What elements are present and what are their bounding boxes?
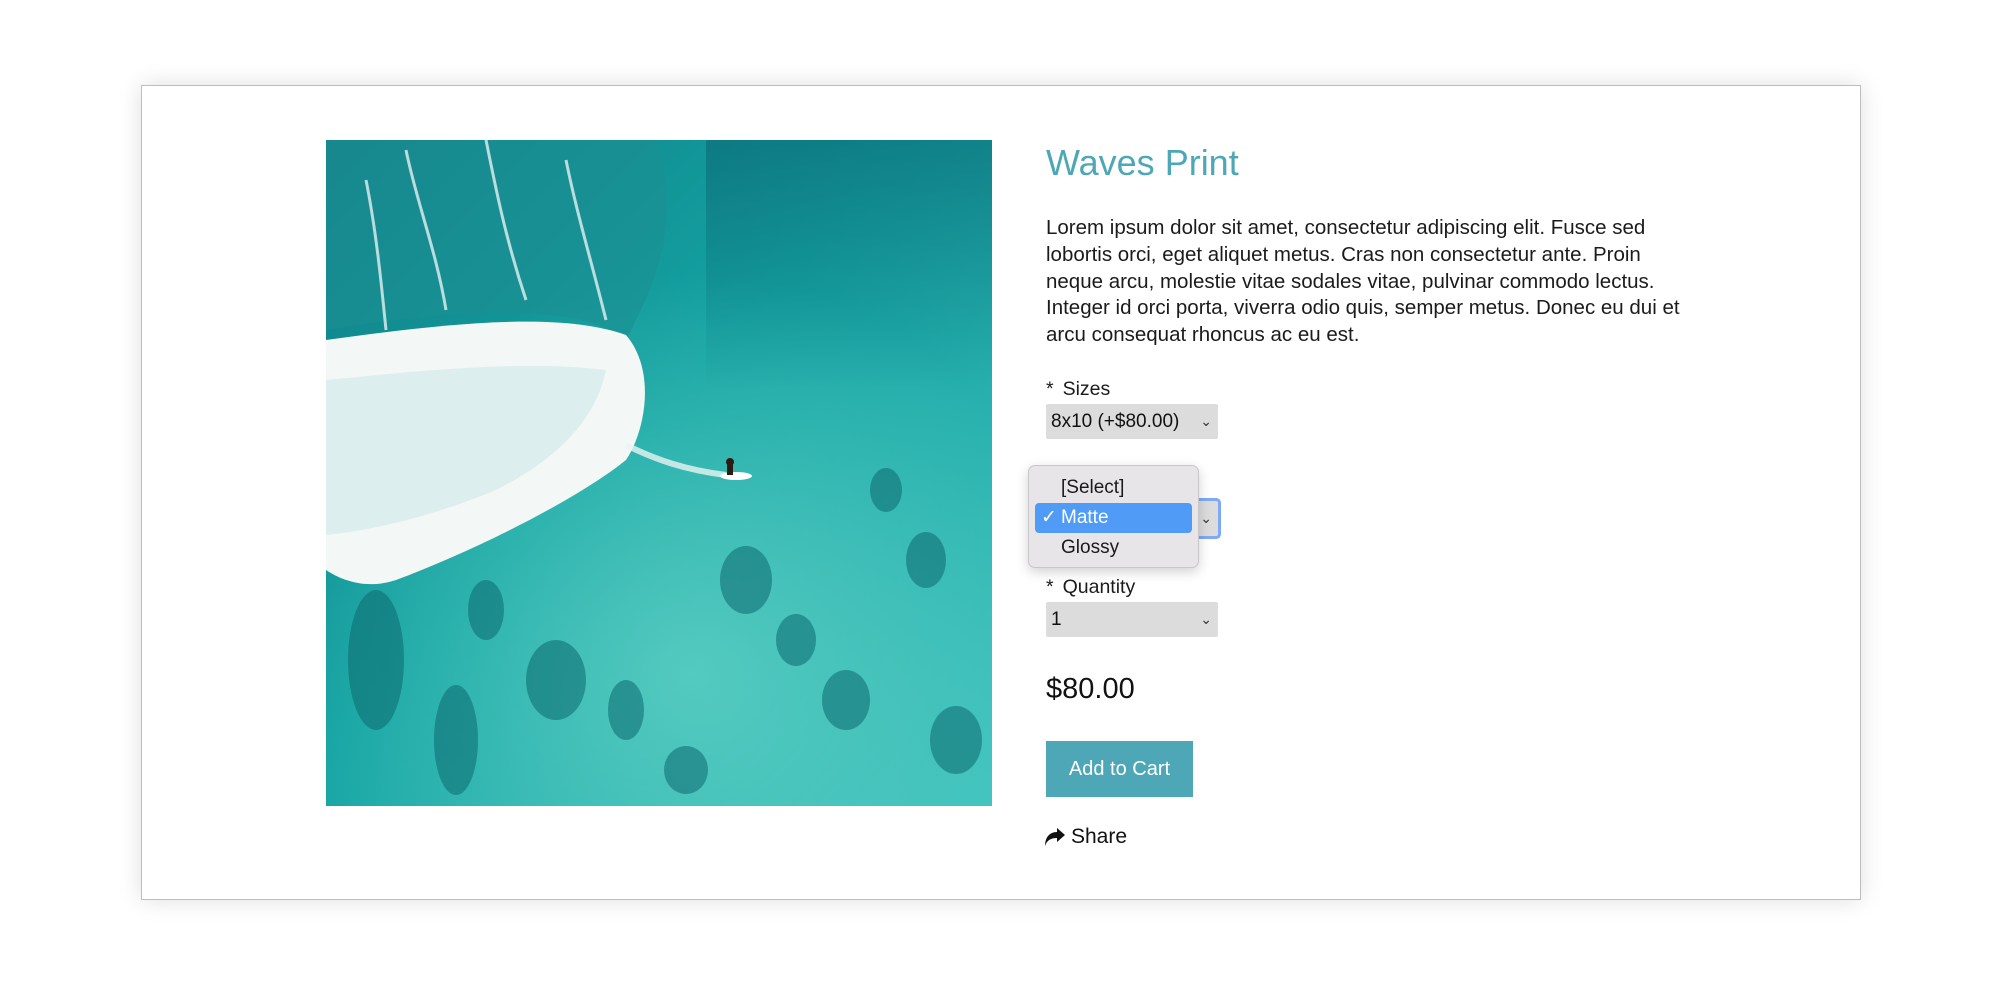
chevron-down-icon: ⌄ (1200, 611, 1212, 627)
sizes-select-value: 8x10 (+$80.00) (1051, 411, 1180, 432)
chevron-down-icon: ⌄ (1200, 510, 1212, 526)
quantity-label: * Quantity (1046, 575, 1135, 599)
sizes-select[interactable]: 8x10 (+$80.00) ⌄ (1046, 404, 1218, 439)
sizes-label: * Sizes (1046, 377, 1110, 401)
share-arrow-icon (1045, 828, 1065, 846)
sizes-label-text: Sizes (1062, 378, 1111, 400)
option-label: [Select] (1061, 477, 1125, 498)
checkmark-icon: ✓ (1041, 507, 1057, 528)
dropdown-option-select[interactable]: [Select] (1035, 473, 1192, 503)
quantity-label-text: Quantity (1062, 576, 1136, 598)
option-label: Glossy (1061, 537, 1120, 558)
product-description: Lorem ipsum dolor sit amet, consectetur … (1046, 216, 1680, 347)
dropdown-option-glossy[interactable]: Glossy (1035, 533, 1192, 563)
share-link[interactable]: Share (1044, 823, 1127, 851)
product-title: Waves Print (1046, 142, 1239, 183)
required-mark: * (1046, 576, 1054, 598)
product-image (326, 140, 992, 806)
option-label: Matte (1061, 507, 1109, 528)
add-to-cart-button[interactable]: Add to Cart (1046, 741, 1193, 797)
quantity-select[interactable]: 1 ⌄ (1046, 602, 1218, 637)
required-mark: * (1046, 378, 1054, 400)
share-label: Share (1071, 825, 1128, 848)
dropdown-option-matte[interactable]: ✓ Matte (1035, 503, 1192, 533)
chevron-down-icon: ⌄ (1200, 413, 1212, 429)
quantity-select-value: 1 (1051, 609, 1062, 630)
product-price: $80.00 (1046, 673, 1135, 705)
finish-dropdown-menu: [Select] ✓ Matte Glossy (1028, 465, 1199, 568)
